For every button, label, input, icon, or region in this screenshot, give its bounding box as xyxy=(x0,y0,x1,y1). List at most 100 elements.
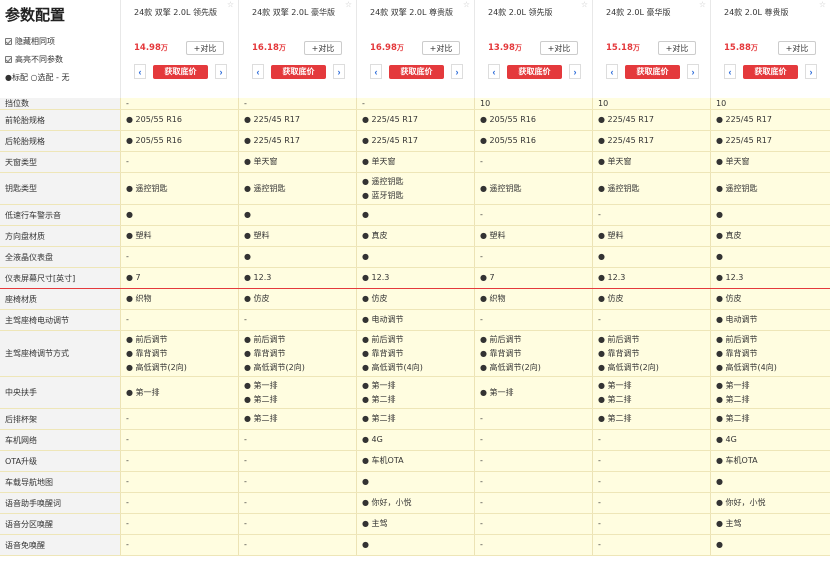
car-name[interactable]: 24款 2.0L 豪华版 xyxy=(606,7,670,18)
table-row: 后排杯架 - ● 第二排 ● 第二排 - ● 第二排 ● 第二排 xyxy=(0,409,830,430)
table-cell: ● 7 xyxy=(474,268,592,288)
get-price-button[interactable]: 获取底价 xyxy=(507,64,562,79)
table-cell: ● 205/55 R16 xyxy=(120,110,238,130)
star-icon[interactable]: ☆ xyxy=(227,0,234,9)
cell-value: - xyxy=(126,252,129,261)
get-price-button[interactable]: 获取底价 xyxy=(389,64,444,79)
table-cell: ● 12.3 xyxy=(710,268,830,288)
cell-value: 10 xyxy=(716,98,727,108)
star-icon[interactable]: ☆ xyxy=(463,0,470,9)
compare-button[interactable]: +对比 xyxy=(540,41,578,55)
table-row: 车载导航地图 - - ● - - ● xyxy=(0,472,830,493)
chevron-right-icon[interactable]: › xyxy=(569,64,581,79)
chevron-left-icon[interactable]: ‹ xyxy=(252,64,264,79)
row-label: 挡位数 xyxy=(0,98,120,109)
price-unit: 万 xyxy=(396,44,404,52)
checkbox-icon[interactable] xyxy=(5,56,12,63)
table-cell: ● 真皮 xyxy=(356,226,474,246)
compare-button[interactable]: +对比 xyxy=(658,41,696,55)
cell-value: ● 225/45 R17 xyxy=(716,136,772,145)
cell-value: ● 高低调节(2向) xyxy=(244,362,305,372)
table-cell: - xyxy=(474,430,592,450)
cell-value: ● 遥控钥匙 xyxy=(716,183,758,193)
chevron-left-icon[interactable]: ‹ xyxy=(724,64,736,79)
cell-value: ● 225/45 R17 xyxy=(362,115,418,124)
cell-value: ● 蓝牙钥匙 xyxy=(362,190,404,200)
cell-value: ● 12.3 xyxy=(362,273,390,282)
star-icon[interactable]: ☆ xyxy=(581,0,588,9)
cell-value: ● 你好，小悦 xyxy=(716,498,766,507)
row-label: 后排杯架 xyxy=(0,409,120,429)
chevron-right-icon[interactable]: › xyxy=(333,64,345,79)
cell-value: ● 遥控钥匙 xyxy=(244,183,286,193)
car-column: 24款 2.0L 尊贵版 ☆ 15.88万 +对比 ‹ 获取底价 › xyxy=(710,0,830,98)
table-cell: - xyxy=(474,535,592,555)
compare-button[interactable]: +对比 xyxy=(186,41,224,55)
car-name[interactable]: 24款 双擎 2.0L 尊贵版 xyxy=(370,7,453,18)
table-cell: ● 225/45 R17 xyxy=(710,110,830,130)
car-column: 24款 双擎 2.0L 领先版 ☆ 14.98万 +对比 ‹ 获取底价 › xyxy=(120,0,238,98)
cell-value: ● 7 xyxy=(480,273,495,282)
chevron-right-icon[interactable]: › xyxy=(687,64,699,79)
chevron-left-icon[interactable]: ‹ xyxy=(488,64,500,79)
table-cell: - xyxy=(238,535,356,555)
option-label: 隐藏相同项 xyxy=(15,37,55,46)
checkbox-icon[interactable] xyxy=(5,38,12,45)
compare-button[interactable]: +对比 xyxy=(304,41,342,55)
table-cell: ● 单天窗 xyxy=(238,152,356,172)
table-cell: ● 塑料 xyxy=(238,226,356,246)
cell-value: ● 第一排 xyxy=(480,387,514,397)
cell-value: ● 织物 xyxy=(126,294,152,303)
cell-value: ● 第一排 xyxy=(244,380,278,390)
star-icon[interactable]: ☆ xyxy=(345,0,352,9)
cell-value: - xyxy=(480,414,483,423)
table-cell: ● 塑料 xyxy=(120,226,238,246)
get-price-button[interactable]: 获取底价 xyxy=(743,64,798,79)
chevron-left-icon[interactable]: ‹ xyxy=(370,64,382,79)
cell-value: ● 第一排 xyxy=(716,380,750,390)
star-icon[interactable]: ☆ xyxy=(699,0,706,9)
table-cell: - xyxy=(474,493,592,513)
get-price-button[interactable]: 获取底价 xyxy=(625,64,680,79)
table-cell: ● 前后调节 ● 靠背调节 ● 高低调节(4向) xyxy=(356,331,474,376)
car-name[interactable]: 24款 2.0L 领先版 xyxy=(488,7,552,18)
option-label: 高亮不同参数 xyxy=(15,55,63,64)
car-name[interactable]: 24款 双擎 2.0L 豪华版 xyxy=(252,7,335,18)
chevron-left-icon[interactable]: ‹ xyxy=(134,64,146,79)
compare-button[interactable]: +对比 xyxy=(422,41,460,55)
row-label: 车载导航地图 xyxy=(0,472,120,492)
chevron-right-icon[interactable]: › xyxy=(451,64,463,79)
car-name[interactable]: 24款 双擎 2.0L 领先版 xyxy=(134,7,217,18)
chevron-right-icon[interactable]: › xyxy=(215,64,227,79)
chevron-right-icon[interactable]: › xyxy=(805,64,817,79)
get-price-button[interactable]: 获取底价 xyxy=(271,64,326,79)
table-cell: - xyxy=(120,535,238,555)
get-price-button[interactable]: 获取底价 xyxy=(153,64,208,79)
table-cell: ● 第二排 xyxy=(356,409,474,429)
table-row: 低速行车警示音 ● ● ● - - ● xyxy=(0,205,830,226)
star-icon[interactable]: ☆ xyxy=(819,0,826,9)
table-cell: ● 你好，小悦 xyxy=(356,493,474,513)
compare-button[interactable]: +对比 xyxy=(778,41,816,55)
cell-value: ● xyxy=(362,540,369,549)
table-cell: - xyxy=(474,451,592,471)
table-cell: - xyxy=(238,451,356,471)
cell-value: ● 遥控钥匙 xyxy=(126,183,168,193)
price-value: 13.98 xyxy=(488,43,515,53)
cell-value: ● xyxy=(598,252,605,261)
table-cell: ● xyxy=(710,205,830,225)
quote-row: ‹ 获取底价 › xyxy=(488,64,581,79)
chevron-left-icon[interactable]: ‹ xyxy=(606,64,618,79)
legend-text: ●标配 ○选配 - 无 xyxy=(5,73,70,82)
cell-value: ● 205/55 R16 xyxy=(126,115,182,124)
cell-value: ● 4G xyxy=(362,435,383,444)
cell-value: - xyxy=(126,157,129,166)
table-cell: ● 225/45 R17 xyxy=(592,131,710,151)
highlight-diff-option[interactable]: 高亮不同参数 xyxy=(5,54,63,65)
hide-same-option[interactable]: 隐藏相同项 xyxy=(5,36,55,47)
row-label: 语音助手唤醒词 xyxy=(0,493,120,513)
table-cell: 10 xyxy=(474,98,592,109)
table-cell: ● 225/45 R17 xyxy=(356,110,474,130)
table-cell: - xyxy=(120,430,238,450)
car-name[interactable]: 24款 2.0L 尊贵版 xyxy=(724,7,788,18)
